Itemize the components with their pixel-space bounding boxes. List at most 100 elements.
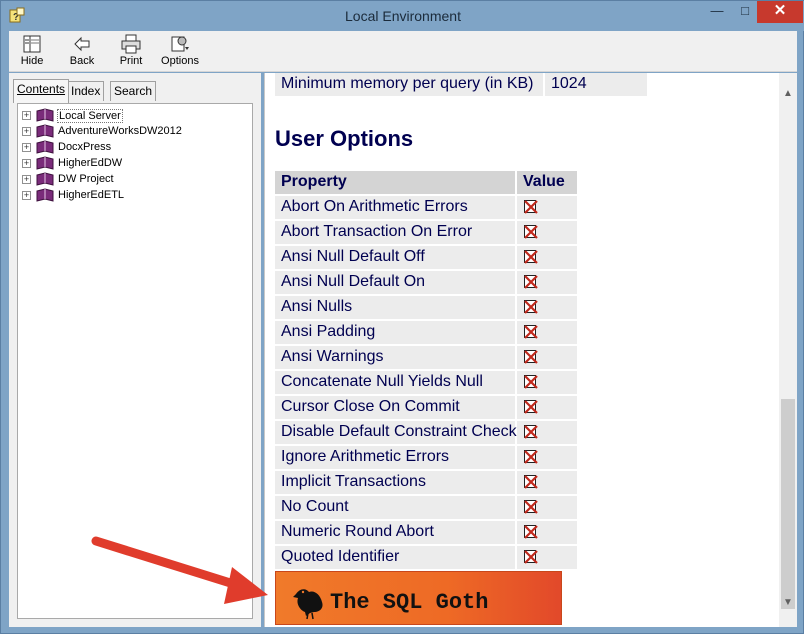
value-cell bbox=[517, 246, 577, 269]
tab-contents[interactable]: Contents bbox=[13, 79, 70, 103]
value-cell bbox=[517, 421, 577, 444]
property-cell: Numeric Round Abort bbox=[275, 521, 515, 544]
property-name: Ignore Arithmetic Errors bbox=[281, 448, 450, 465]
value-cell bbox=[517, 546, 577, 569]
property-cell: Quoted Identifier bbox=[275, 546, 515, 569]
property-cell: Ansi Null Default Off bbox=[275, 246, 515, 269]
value-cell bbox=[517, 271, 577, 294]
property-name: Concatenate Null Yields Null bbox=[281, 373, 483, 390]
expand-icon[interactable]: + bbox=[22, 175, 31, 184]
unchecked-box-icon bbox=[524, 375, 538, 389]
expand-icon[interactable]: + bbox=[22, 159, 31, 168]
header-value: Value bbox=[517, 171, 577, 194]
tree-item-label: DocxPress bbox=[58, 141, 112, 153]
property-cell: Ignore Arithmetic Errors bbox=[275, 446, 515, 469]
property-name: Disable Default Constraint Check bbox=[281, 423, 517, 440]
options-icon bbox=[171, 36, 189, 52]
value-cell: 1024 bbox=[545, 73, 647, 96]
minimize-button[interactable]: — bbox=[704, 1, 730, 23]
printer-icon bbox=[121, 34, 141, 54]
property-name: Ansi Warnings bbox=[281, 348, 384, 365]
vertical-scrollbar[interactable]: ▲ ▼ bbox=[779, 73, 797, 627]
watermark-banner: The SQL Goth bbox=[275, 571, 562, 625]
section-title: User Options bbox=[275, 126, 414, 151]
tab-search-label: Search bbox=[114, 84, 153, 98]
toolbar: Hide Back Print Options bbox=[9, 31, 797, 72]
value-cell bbox=[517, 446, 577, 469]
tree-item-label: AdventureWorksDW2012 bbox=[58, 125, 182, 137]
property-cell: Abort Transaction On Error bbox=[275, 221, 515, 244]
unchecked-box-icon bbox=[524, 200, 538, 214]
watermark-text: The SQL Goth bbox=[330, 590, 489, 615]
tree-item-label: Local Server bbox=[57, 109, 123, 123]
contents-tree[interactable]: + Local Server + AdventureWorksDW2012 + DocxP… bbox=[17, 103, 253, 619]
unchecked-box-icon bbox=[524, 350, 538, 364]
value-cell bbox=[517, 296, 577, 319]
expand-icon[interactable]: + bbox=[22, 191, 31, 200]
value-cell bbox=[517, 196, 577, 219]
unchecked-box-icon bbox=[524, 250, 538, 264]
print-label: Print bbox=[119, 55, 143, 67]
value-cell bbox=[517, 521, 577, 544]
property-name: Ansi Padding bbox=[281, 323, 376, 340]
property-name: Implicit Transactions bbox=[281, 473, 426, 490]
tree-item-label: HigherEdETL bbox=[58, 189, 125, 201]
property-name: Ansi Nulls bbox=[281, 298, 353, 315]
scroll-up-icon[interactable]: ▲ bbox=[779, 85, 797, 102]
expand-icon[interactable]: + bbox=[22, 111, 31, 120]
scroll-thumb[interactable] bbox=[781, 399, 795, 609]
unchecked-box-icon bbox=[524, 425, 538, 439]
unchecked-box-icon bbox=[524, 450, 538, 464]
value-cell bbox=[517, 496, 577, 519]
tab-index[interactable]: Index bbox=[67, 81, 105, 101]
expand-icon[interactable]: + bbox=[22, 127, 31, 136]
property-name: Cursor Close On Commit bbox=[281, 398, 460, 415]
title-bar[interactable]: ? Local Environment — □ ✕ bbox=[1, 1, 804, 31]
back-button[interactable]: Back bbox=[59, 33, 105, 67]
property-cell: Abort On Arithmetic Errors bbox=[275, 196, 515, 219]
unchecked-box-icon bbox=[524, 500, 538, 514]
crow-icon bbox=[293, 589, 323, 620]
property-cell: Disable Default Constraint Check bbox=[275, 421, 517, 444]
property-value: 1024 bbox=[551, 75, 587, 92]
hide-label: Hide bbox=[20, 55, 44, 67]
tab-index-label: Index bbox=[71, 84, 101, 98]
value-cell bbox=[517, 221, 577, 244]
value-cell bbox=[517, 471, 577, 494]
property-cell: Implicit Transactions bbox=[275, 471, 515, 494]
print-button[interactable]: Print bbox=[108, 33, 154, 67]
property-cell: Concatenate Null Yields Null bbox=[275, 371, 515, 394]
book-icon bbox=[36, 108, 54, 122]
hide-icon bbox=[23, 35, 41, 53]
property-cell: Ansi Null Default On bbox=[275, 271, 515, 294]
value-cell bbox=[517, 396, 577, 419]
property-cell: No Count bbox=[275, 496, 515, 519]
window-title: Local Environment bbox=[345, 8, 461, 24]
tab-contents-label: Contents bbox=[17, 82, 66, 96]
value-cell bbox=[517, 371, 577, 394]
options-label: Options bbox=[161, 55, 199, 67]
unchecked-box-icon bbox=[524, 325, 538, 339]
scroll-down-icon[interactable]: ▼ bbox=[779, 594, 797, 611]
property-cell: Ansi Nulls bbox=[275, 296, 515, 319]
unchecked-box-icon bbox=[524, 475, 538, 489]
unchecked-box-icon bbox=[524, 275, 538, 289]
unchecked-box-icon bbox=[524, 300, 538, 314]
book-icon bbox=[36, 188, 54, 202]
property-cell: Cursor Close On Commit bbox=[275, 396, 515, 419]
unchecked-box-icon bbox=[524, 525, 538, 539]
header-property: Property bbox=[275, 171, 515, 194]
close-button[interactable]: ✕ bbox=[757, 1, 803, 23]
value-cell bbox=[517, 321, 577, 344]
options-button[interactable]: Options bbox=[157, 33, 203, 67]
book-icon bbox=[36, 140, 54, 154]
content-pane[interactable]: Minimum memory per query (in KB) 1024 Us… bbox=[264, 73, 779, 627]
expand-icon[interactable]: + bbox=[22, 143, 31, 152]
tree-item-label: HigherEdDW bbox=[58, 157, 123, 169]
maximize-button[interactable]: □ bbox=[732, 1, 758, 23]
hide-button[interactable]: Hide bbox=[9, 33, 55, 67]
tab-search[interactable]: Search bbox=[110, 81, 157, 101]
property-name: Quoted Identifier bbox=[281, 548, 400, 565]
property-cell: Ansi Warnings bbox=[275, 346, 515, 369]
navigation-pane: Contents Index Search + Local Server + Adve… bbox=[9, 73, 261, 627]
